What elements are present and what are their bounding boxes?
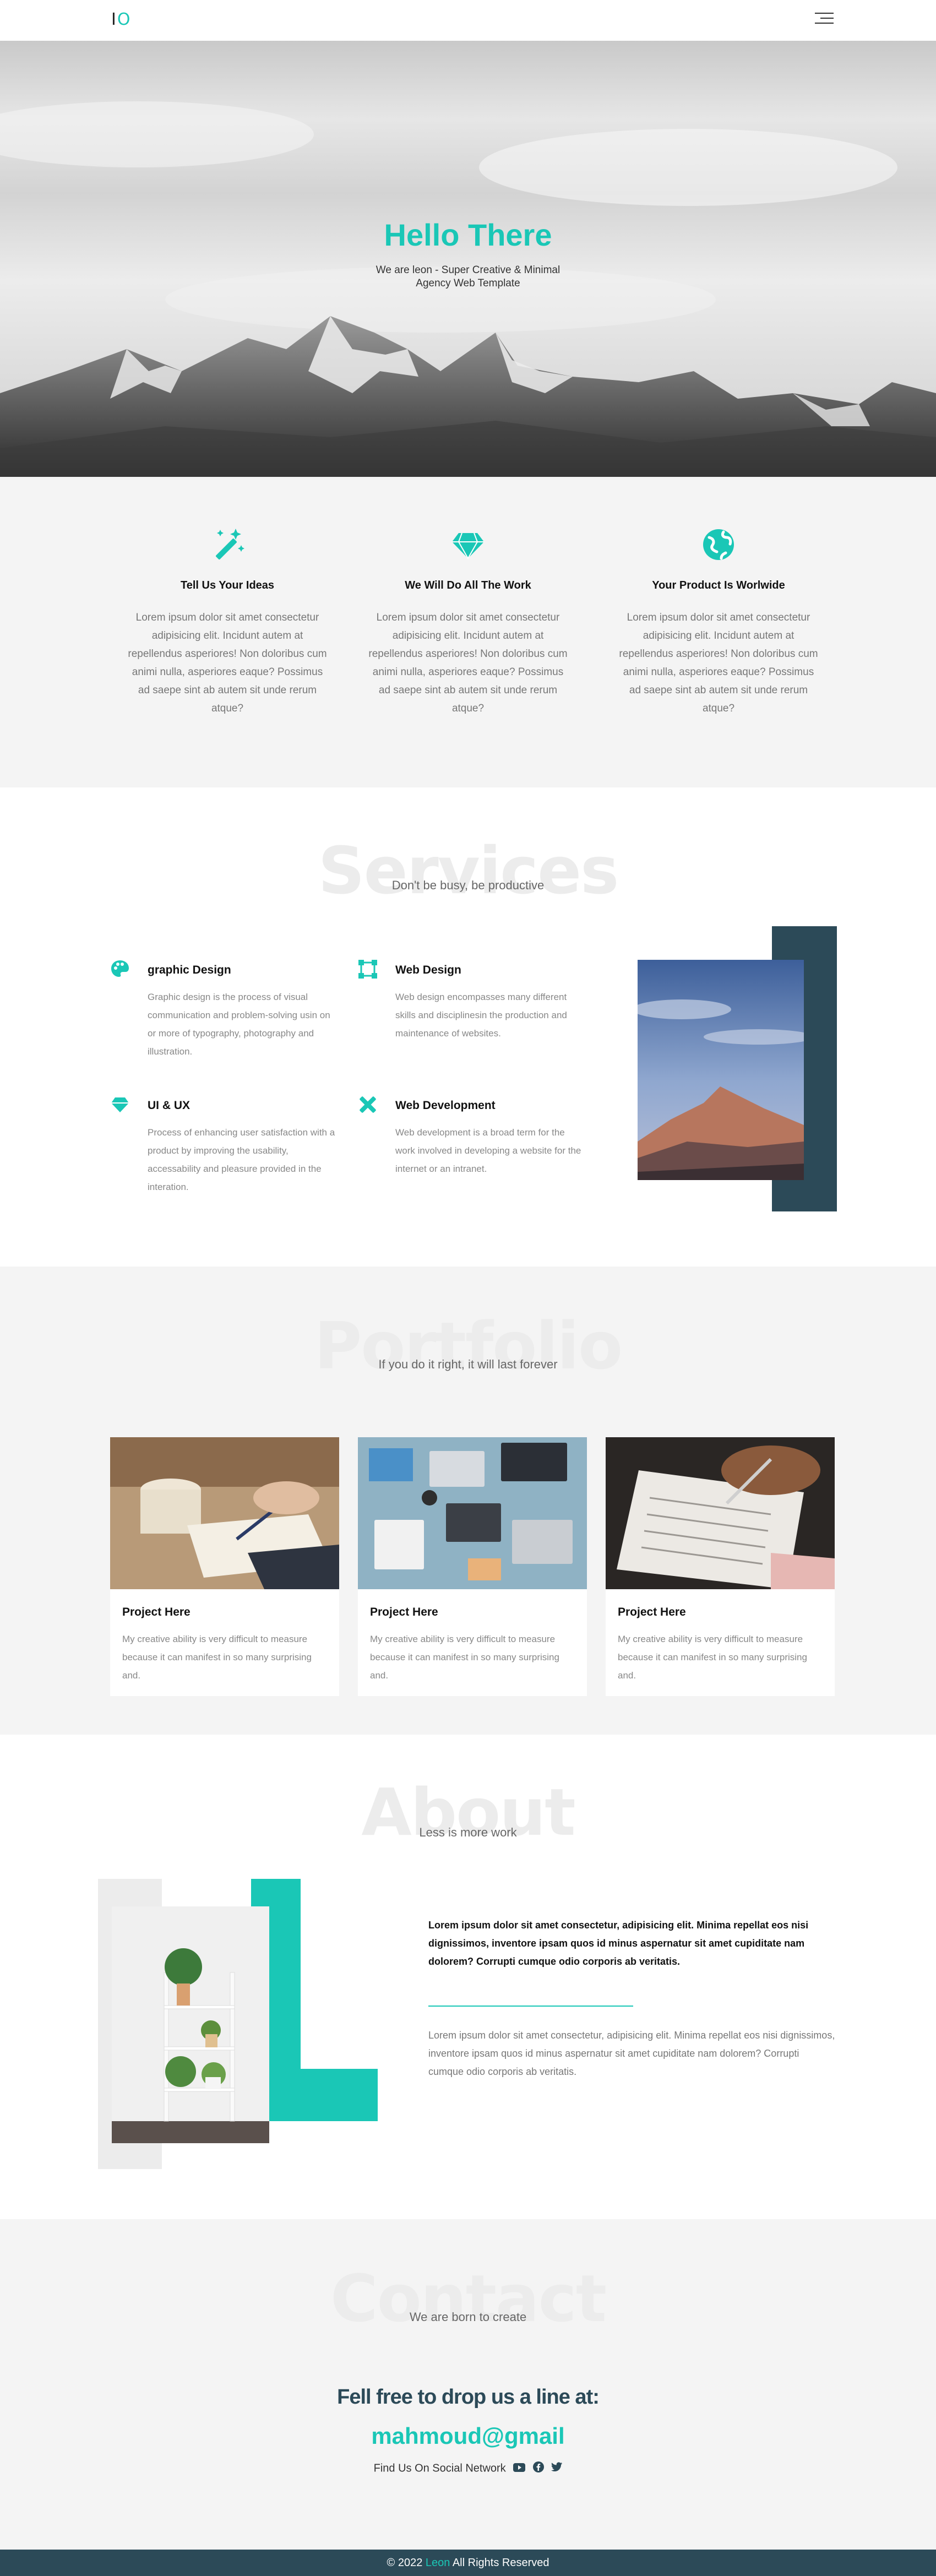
decorative-l-shape	[251, 1879, 378, 2121]
form-filling-image	[606, 1437, 835, 1589]
feature-title: We Will Do All The Work	[405, 579, 531, 591]
top-navbar: IO	[0, 0, 936, 41]
service-text: Process of enhancing user satisfaction w…	[148, 1127, 335, 1192]
section-heading-watermark: Contact	[330, 2260, 607, 2336]
service-title: graphic Design	[148, 964, 231, 976]
diamond-icon	[449, 525, 487, 564]
project-text: My creative ability is very difficult to…	[370, 1634, 559, 1681]
about-lead-text: Lorem ipsum dolor sit amet consectetur, …	[428, 1920, 809, 1967]
social-row: Find Us On Social Network	[0, 2461, 936, 2476]
project-text: My creative ability is very difficult to…	[618, 1634, 807, 1681]
contact-section: Contact We are born to create Fell free …	[0, 2219, 936, 2550]
hero-banner: Hello There We are leon - Super Creative…	[0, 41, 936, 477]
about-section: About Less is more work Lorem ipsum dolo…	[0, 1735, 936, 2219]
portfolio-card[interactable]: Project Here My creative ability is very…	[110, 1437, 339, 1696]
service-text: Web design encompasses many different sk…	[395, 992, 567, 1039]
gem-icon	[110, 1095, 130, 1115]
globe-icon	[699, 525, 738, 564]
service-text: Graphic design is the process of visual …	[148, 992, 330, 1057]
copyright-text: © 2022	[387, 2557, 423, 2569]
features-section: Tell Us Your Ideas Lorem ipsum dolor sit…	[0, 477, 936, 787]
feature-title: Your Product Is Worlwide	[652, 579, 785, 591]
portfolio-section: Portfolio If you do it right, it will la…	[0, 1267, 936, 1735]
feature-title: Tell Us Your Ideas	[180, 579, 275, 591]
section-heading-watermark: Portfolio	[314, 1308, 623, 1384]
footer-brand: Leon	[425, 2557, 450, 2569]
tools-icon	[358, 1095, 378, 1115]
services-section: Services Don't be busy, be productive gr…	[0, 787, 936, 1267]
service-title: UI & UX	[148, 1099, 191, 1112]
menu-toggle-icon[interactable]	[815, 13, 834, 27]
about-body-text: Lorem ipsum dolor sit amet consectetur, …	[428, 2030, 835, 2077]
notebook-writing-image	[110, 1437, 339, 1589]
rights-text: All Rights Reserved	[452, 2557, 549, 2569]
palette-icon	[110, 959, 130, 979]
section-subheading: Less is more work	[419, 1825, 517, 1839]
hero-title: Hello There	[384, 218, 552, 252]
social-label: Find Us On Social Network	[373, 2462, 506, 2475]
feature-card: We Will Do All The Work Lorem ipsum dolo…	[366, 477, 570, 718]
feature-text: Lorem ipsum dolor sit amet consectetur a…	[128, 612, 327, 714]
service-title: Web Design	[395, 964, 461, 976]
project-title: Project Here	[618, 1606, 686, 1618]
mountain-sunset-image	[638, 960, 804, 1180]
hero-subtitle: We are leon - Super Creative & Minimal A…	[376, 264, 560, 289]
contact-tagline: Fell free to drop us a line at:	[337, 2385, 600, 2409]
facebook-icon[interactable]	[532, 2461, 544, 2476]
service-title: Web Development	[395, 1099, 496, 1112]
plant-shelf-image	[112, 1906, 269, 2143]
service-text: Web development is a broad term for the …	[395, 1127, 581, 1174]
section-subheading: If you do it right, it will last forever	[378, 1357, 558, 1371]
portfolio-card[interactable]: Project Here My creative ability is very…	[358, 1437, 587, 1696]
section-heading-watermark: Services	[318, 833, 619, 909]
divider	[428, 2006, 633, 2007]
vector-square-icon	[358, 959, 378, 979]
feature-card: Tell Us Your Ideas Lorem ipsum dolor sit…	[126, 477, 329, 718]
section-subheading: Don't be busy, be productive	[391, 878, 545, 892]
feature-text: Lorem ipsum dolor sit amet consectetur a…	[368, 612, 568, 714]
contact-email-link[interactable]: mahmoud@gmail	[0, 2423, 936, 2449]
project-text: My creative ability is very difficult to…	[122, 1634, 312, 1681]
site-logo[interactable]: IO	[111, 10, 131, 29]
feature-card: Your Product Is Worlwide Lorem ipsum dol…	[617, 477, 820, 718]
mountain-background-image	[0, 101, 936, 477]
project-title: Project Here	[122, 1606, 191, 1618]
feature-text: Lorem ipsum dolor sit amet consectetur a…	[619, 612, 818, 714]
project-title: Project Here	[370, 1606, 438, 1618]
twitter-icon[interactable]	[551, 2462, 563, 2475]
team-laptops-image	[358, 1437, 587, 1589]
site-footer: © 2022 Leon All Rights Reserved	[0, 2550, 936, 2576]
portfolio-card[interactable]: Project Here My creative ability is very…	[606, 1437, 835, 1696]
youtube-icon[interactable]	[513, 2463, 526, 2475]
section-subheading: We are born to create	[409, 2310, 527, 2324]
magic-wand-icon	[208, 525, 247, 564]
